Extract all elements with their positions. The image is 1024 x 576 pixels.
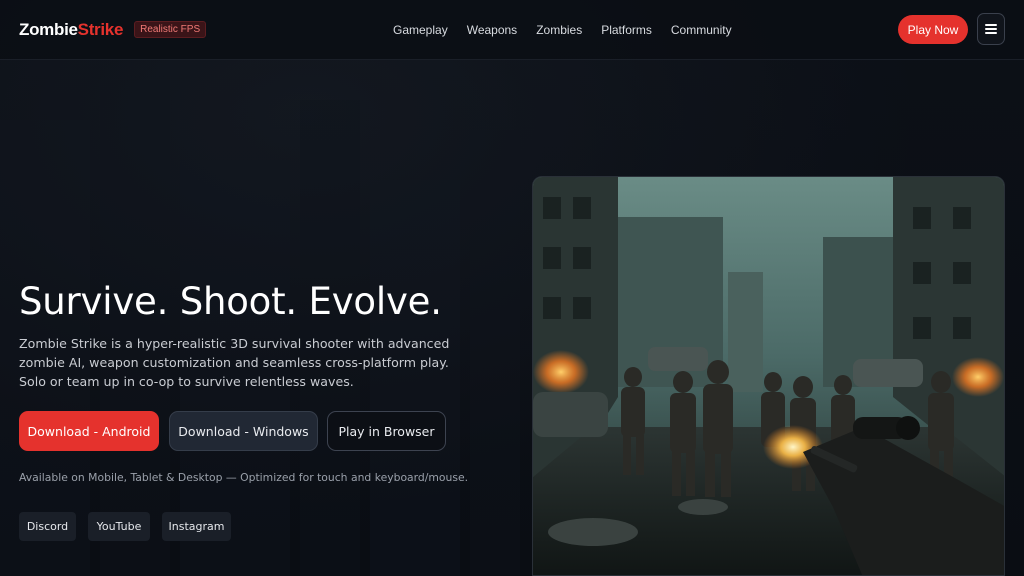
menu-button[interactable] (977, 13, 1005, 45)
download-windows-button[interactable]: Download - Windows (169, 411, 318, 451)
main-nav: Gameplay Weapons Zombies Platforms Commu… (393, 0, 732, 60)
play-now-button[interactable]: Play Now (898, 15, 968, 44)
hero-image (532, 176, 1005, 576)
nav-zombies[interactable]: Zombies (536, 23, 582, 37)
logo[interactable]: ZombieStrike (19, 20, 123, 40)
nav-community[interactable]: Community (671, 23, 732, 37)
discord-link[interactable]: Discord (19, 512, 76, 541)
play-in-browser-button[interactable]: Play in Browser (327, 411, 446, 451)
download-android-button[interactable]: Download - Android (19, 411, 159, 451)
youtube-link[interactable]: YouTube (88, 512, 150, 541)
logo-text-main: Zombie (19, 19, 78, 39)
zombie-street-scene-illustration (533, 177, 1004, 575)
availability-note: Available on Mobile, Tablet & Desktop — … (19, 471, 469, 484)
realistic-fps-badge: Realistic FPS (134, 21, 207, 38)
hero-description: Zombie Strike is a hyper-realistic 3D su… (19, 336, 450, 389)
hamburger-menu-icon (985, 24, 997, 34)
nav-platforms[interactable]: Platforms (601, 23, 652, 37)
hero-title: Survive. Shoot. Evolve. (19, 280, 442, 323)
logo-text-accent: Strike (77, 19, 124, 39)
nav-gameplay[interactable]: Gameplay (393, 23, 448, 37)
nav-weapons[interactable]: Weapons (467, 23, 517, 37)
instagram-link[interactable]: Instagram (162, 512, 231, 541)
